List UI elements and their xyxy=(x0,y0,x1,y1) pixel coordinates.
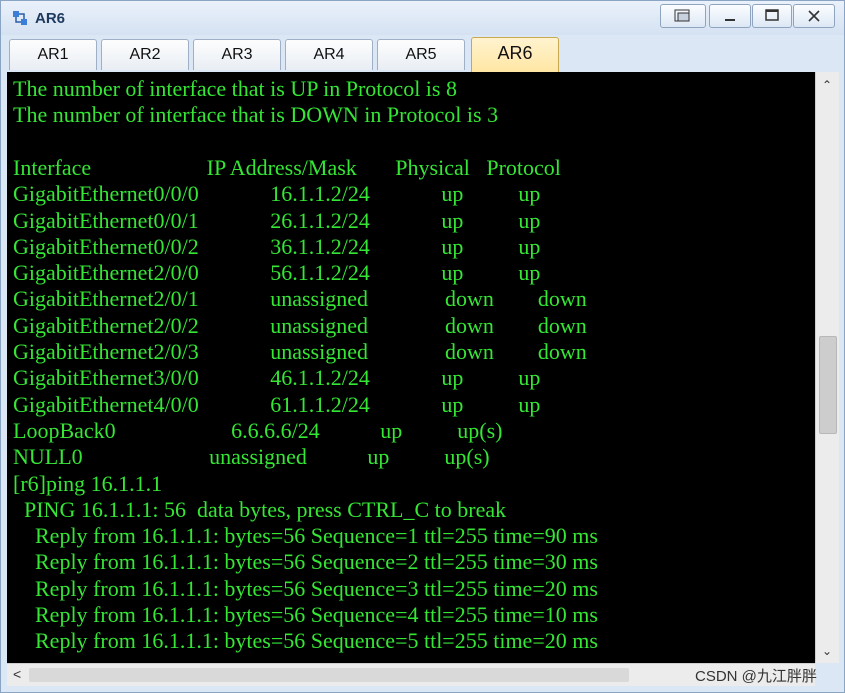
terminal-line: PING 16.1.1.1: 56 data bytes, press CTRL… xyxy=(13,496,507,522)
title-bar[interactable]: AR6 xyxy=(1,1,844,35)
terminal-line: Reply from 16.1.1.1: bytes=56 Sequence=4… xyxy=(13,602,598,627)
terminal-line: GigabitEthernet0/0/1 26.1.1.2/24 up up xyxy=(13,207,541,233)
close-button[interactable] xyxy=(793,4,835,28)
window-title: AR6 xyxy=(35,10,66,27)
terminal-line: [r6]ping 16.1.1.1 xyxy=(13,470,163,496)
restore-icon xyxy=(674,9,690,22)
terminal-window: AR6 AR1 AR2 AR3 AR4 AR5 AR6 The number o… xyxy=(0,0,845,693)
restore-button[interactable] xyxy=(660,4,706,28)
tab-ar3[interactable]: AR3 xyxy=(193,39,281,70)
terminal-line: GigabitEthernet2/0/1 unassigned down dow… xyxy=(13,286,587,312)
vertical-scrollbar[interactable]: ⌃ ⌄ xyxy=(815,72,839,663)
terminal-line: GigabitEthernet0/0/2 36.1.1.2/24 up up xyxy=(13,233,541,259)
scroll-left-icon[interactable]: < xyxy=(13,666,21,682)
terminal-line: GigabitEthernet4/0/0 61.1.1.2/24 up up xyxy=(13,391,541,417)
watermark: CSDN @九江胖胖 xyxy=(695,668,817,685)
tab-ar5[interactable]: AR5 xyxy=(377,39,465,70)
horizontal-scrollbar[interactable]: < xyxy=(7,663,815,686)
terminal-line: NULL0 unassigned up up(s) xyxy=(13,444,490,470)
terminal-line: GigabitEthernet2/0/2 unassigned down dow… xyxy=(13,312,587,338)
terminal-line: Reply from 16.1.1.1: bytes=56 Sequence=2… xyxy=(13,549,598,575)
scroll-up-icon[interactable]: ⌃ xyxy=(820,78,834,92)
terminal-line: Reply from 16.1.1.1: bytes=56 Sequence=5… xyxy=(13,628,598,654)
terminal-line: LoopBack0 6.6.6.6/24 up up(s) xyxy=(13,417,503,443)
scroll-down-icon[interactable]: ⌄ xyxy=(820,644,834,658)
terminal-line: Interface IP Address/Mask Physical Proto… xyxy=(13,154,561,180)
terminal-line: GigabitEthernet3/0/0 46.1.1.2/24 up up xyxy=(13,365,541,391)
minimize-icon xyxy=(725,19,735,21)
minimize-button[interactable] xyxy=(709,4,751,28)
terminal-line: The number of interface that is DOWN in … xyxy=(13,102,499,128)
vertical-scroll-thumb[interactable] xyxy=(819,336,837,434)
maximize-button[interactable] xyxy=(752,4,792,28)
terminal-line: Reply from 16.1.1.1: bytes=56 Sequence=1… xyxy=(13,523,598,549)
router-app-icon xyxy=(13,11,27,25)
maximize-icon xyxy=(765,9,779,21)
tab-ar1[interactable]: AR1 xyxy=(9,39,97,70)
terminal-output[interactable]: The number of interface that is UP in Pr… xyxy=(7,72,815,663)
horizontal-scroll-thumb[interactable] xyxy=(29,668,629,682)
tab-ar6[interactable]: AR6 xyxy=(471,37,559,72)
terminal-line: GigabitEthernet2/0/3 unassigned down dow… xyxy=(13,339,587,364)
tab-ar2[interactable]: AR2 xyxy=(101,39,189,70)
terminal-line: The number of interface that is UP in Pr… xyxy=(13,76,457,101)
close-icon xyxy=(808,10,820,22)
terminal-line: GigabitEthernet0/0/0 16.1.1.2/24 up up xyxy=(13,181,541,207)
tab-ar4[interactable]: AR4 xyxy=(285,39,373,70)
terminal-line: Reply from 16.1.1.1: bytes=56 Sequence=3… xyxy=(13,575,598,601)
terminal-line: GigabitEthernet2/0/0 56.1.1.2/24 up up xyxy=(13,260,541,286)
